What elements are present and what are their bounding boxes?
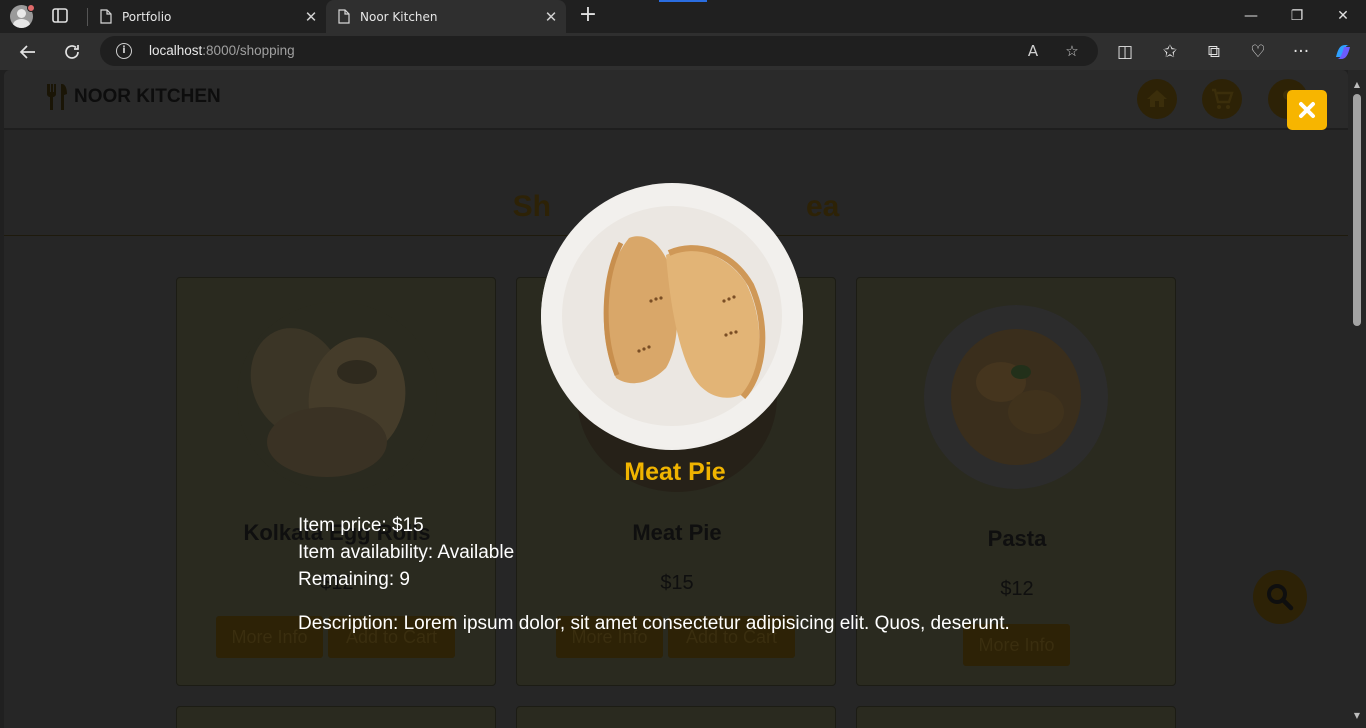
item-remaining-text: Remaining: 9 [298, 569, 410, 590]
cart-icon [1212, 88, 1234, 109]
scroll-down-icon[interactable]: ▼ [1352, 711, 1362, 720]
profile-notification-dot [27, 4, 35, 12]
scrollbar-thumb[interactable] [1353, 94, 1361, 326]
back-arrow-icon [19, 45, 35, 59]
card-title: Pasta [987, 526, 1047, 551]
browser-essentials-icon[interactable]: ♡ [1244, 38, 1272, 66]
favorites-icon[interactable]: ✩ [1156, 38, 1184, 66]
search-icon [1267, 584, 1294, 611]
more-menu-icon[interactable]: ··· [1287, 38, 1315, 66]
close-icon [1299, 102, 1315, 118]
tab-noor-kitchen[interactable]: Noor Kitchen ✕ [326, 0, 566, 33]
modal-details: Item price: $15 Item availability: Avail… [298, 512, 514, 593]
split-screen-icon[interactable]: ◫ [1111, 38, 1139, 66]
product-card [176, 706, 496, 728]
cart-button[interactable] [1202, 79, 1242, 119]
item-price-text: Item price: $15 [298, 515, 424, 536]
product-card [516, 706, 836, 728]
scroll-up-icon[interactable]: ▲ [1352, 80, 1362, 89]
modal-title: Meat Pie [624, 458, 726, 486]
copilot-icon[interactable] [1329, 38, 1357, 66]
search-button[interactable] [1253, 570, 1307, 624]
site-header: NOOR KITCHEN [4, 70, 1348, 130]
tab-label: Noor Kitchen [360, 9, 438, 24]
item-description-text: Description: Lorem ipsum dolor, sit amet… [298, 613, 1010, 634]
page-scrollbar[interactable]: ▲ ▼ [1348, 70, 1366, 728]
address-bar[interactable]: i localhost:8000/shopping A ☆ [100, 36, 1098, 66]
modal-close-button[interactable] [1287, 90, 1327, 130]
meat-pie-image [541, 183, 803, 450]
close-window-button[interactable]: ✕ [1320, 0, 1366, 33]
minimize-button[interactable]: — [1228, 0, 1274, 33]
tab-actions-icon[interactable] [50, 7, 70, 25]
url-text: localhost:8000/shopping [149, 43, 295, 58]
site-logo[interactable]: NOOR KITCHEN [44, 82, 221, 112]
pasta-image [924, 305, 1108, 489]
tab-portfolio[interactable]: Portfolio ✕ [88, 0, 326, 33]
home-button[interactable] [1137, 79, 1177, 119]
reload-icon [65, 45, 79, 59]
logo-text: NOOR KITCHEN [74, 86, 221, 107]
browser-toolbar: i localhost:8000/shopping A ☆ ◫ ✩ ⧉ ♡ ··… [0, 33, 1366, 70]
fork-knife-icon [47, 84, 67, 110]
new-tab-button[interactable]: + [576, 4, 600, 28]
read-aloud-icon[interactable]: A [1023, 41, 1043, 61]
document-icon [100, 9, 112, 24]
document-icon [338, 9, 350, 24]
browser-tab-strip: Portfolio ✕ Noor Kitchen ✕ + — ❐ ✕ [0, 0, 1366, 33]
loading-indicator [659, 0, 707, 2]
product-card [856, 706, 1176, 728]
home-icon [1147, 90, 1167, 107]
tab-close-icon[interactable]: ✕ [536, 8, 566, 26]
card-title: Meat Pie [632, 520, 722, 545]
site-info-icon[interactable]: i [116, 43, 132, 59]
tab-label: Portfolio [122, 9, 172, 24]
egg-rolls-image [237, 302, 437, 492]
reload-button[interactable] [58, 38, 86, 66]
back-button[interactable] [14, 38, 42, 66]
restore-button[interactable]: ❐ [1274, 0, 1320, 33]
card-price: $15 [660, 572, 694, 594]
card-price: $12 [1000, 578, 1034, 600]
tab-close-icon[interactable]: ✕ [296, 8, 326, 26]
collections-icon[interactable]: ⧉ [1200, 38, 1228, 66]
favorite-star-icon[interactable]: ☆ [1062, 41, 1082, 61]
item-availability-text: Item availability: Available [298, 542, 515, 563]
